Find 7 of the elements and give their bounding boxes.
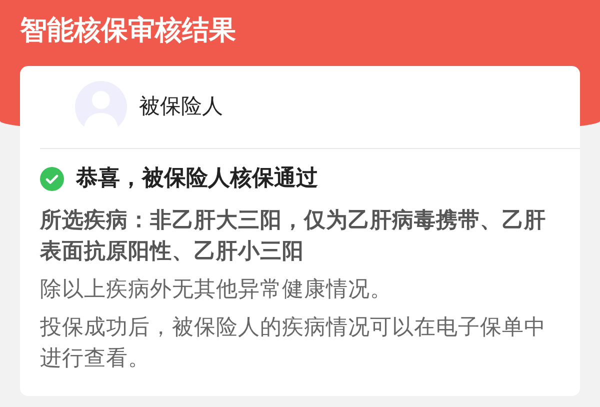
selected-disease-text: 所选疾病：非乙肝大三阳，仅为乙肝病毒携带、乙肝表面抗原阳性、乙肝小三阳 xyxy=(40,207,547,266)
info-text: 投保成功后，被保险人的疾病情况可以在电子保单中进行查看。 xyxy=(40,314,547,373)
result-message: 恭喜，被保险人核保通过 xyxy=(76,165,318,193)
page-title: 智能核保审核结果 xyxy=(20,14,236,48)
check-icon xyxy=(40,167,64,191)
insured-label: 被保险人 xyxy=(139,93,223,120)
info-text: 除以上疾病外无其他异常健康情况。 xyxy=(40,276,393,304)
